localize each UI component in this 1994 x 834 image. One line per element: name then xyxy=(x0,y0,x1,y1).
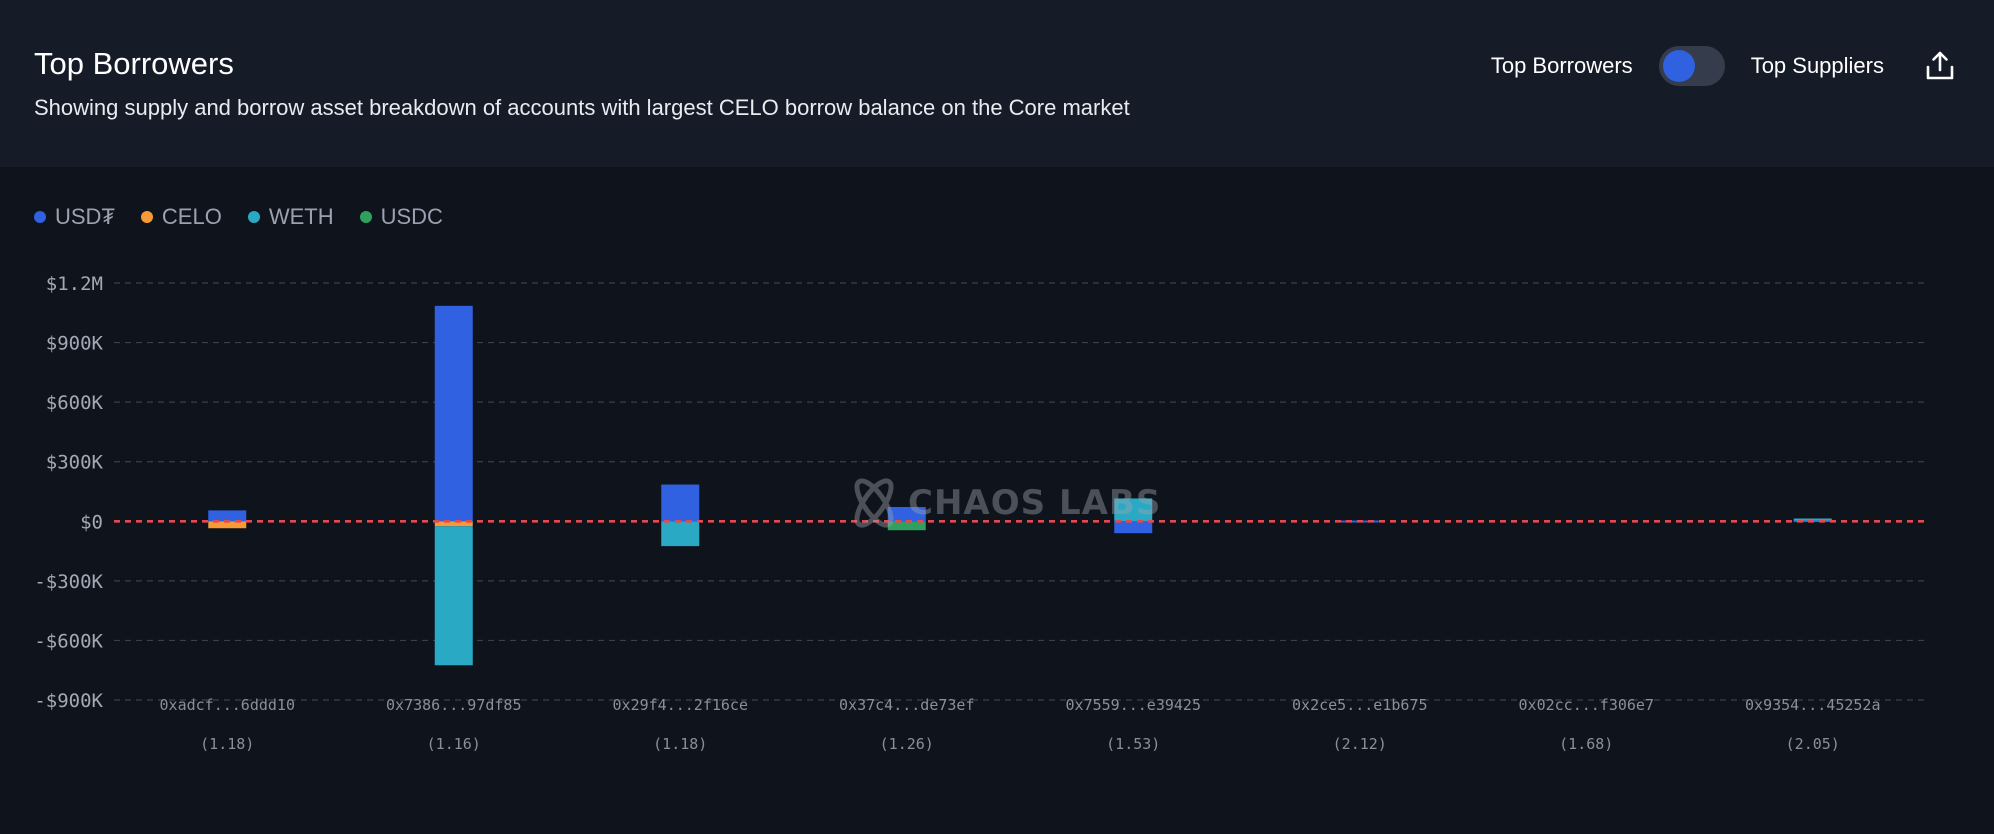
x-tick-sublabel: (1.16) xyxy=(427,735,481,753)
x-tick-sublabel: (1.68) xyxy=(1559,735,1613,753)
y-tick-label: $300K xyxy=(46,452,104,474)
y-tick-label: $900K xyxy=(46,333,104,355)
y-tick-label: $1.2M xyxy=(46,273,103,295)
bar-segment-weth xyxy=(434,526,473,666)
x-tick-sublabel: (1.18) xyxy=(653,735,707,753)
x-tick-label: 0x29f4...2f16ce xyxy=(613,696,748,714)
x-tick-sublabel: (1.18) xyxy=(200,735,254,753)
bar-segment-weth xyxy=(661,521,700,547)
x-tick-label: 0x2ce5...e1b675 xyxy=(1292,696,1427,714)
x-tick-sublabel: (1.53) xyxy=(1106,735,1160,753)
x-tick-label: 0x37c4...de73ef xyxy=(839,696,974,714)
x-tick-label: 0x9354...45252a xyxy=(1745,696,1880,714)
x-tick-label: 0xadcf...6ddd10 xyxy=(160,696,295,714)
bar-segment-usd xyxy=(208,510,247,522)
stacked-bar-chart: $1.2M $900K $600K $300K $0 -$300K -$600K -$900K… xyxy=(34,273,1926,753)
y-tick-label: $0 xyxy=(80,511,103,533)
x-tick-label: 0x7559...e39425 xyxy=(1066,696,1201,714)
x-tick-label: 0x7386...97df85 xyxy=(386,696,521,714)
x-tick-sublabel: (2.12) xyxy=(1333,735,1387,753)
watermark-text: CHAOS LABS xyxy=(908,483,1162,523)
x-tick-sublabel: (2.05) xyxy=(1786,735,1840,753)
y-tick-label: -$600K xyxy=(34,630,103,652)
chaos-labs-watermark: CHAOS LABS xyxy=(846,472,1161,534)
chaos-labs-logo-icon xyxy=(854,478,894,528)
y-tick-label: -$900K xyxy=(34,690,103,712)
bar-segment-usd xyxy=(661,484,700,522)
bar-segment-usd xyxy=(434,305,473,522)
y-tick-label: -$300K xyxy=(34,571,103,593)
y-tick-label: $600K xyxy=(46,392,104,414)
x-tick-sublabel: (1.26) xyxy=(880,735,934,753)
x-tick-label: 0x02cc...f306e7 xyxy=(1519,696,1654,714)
